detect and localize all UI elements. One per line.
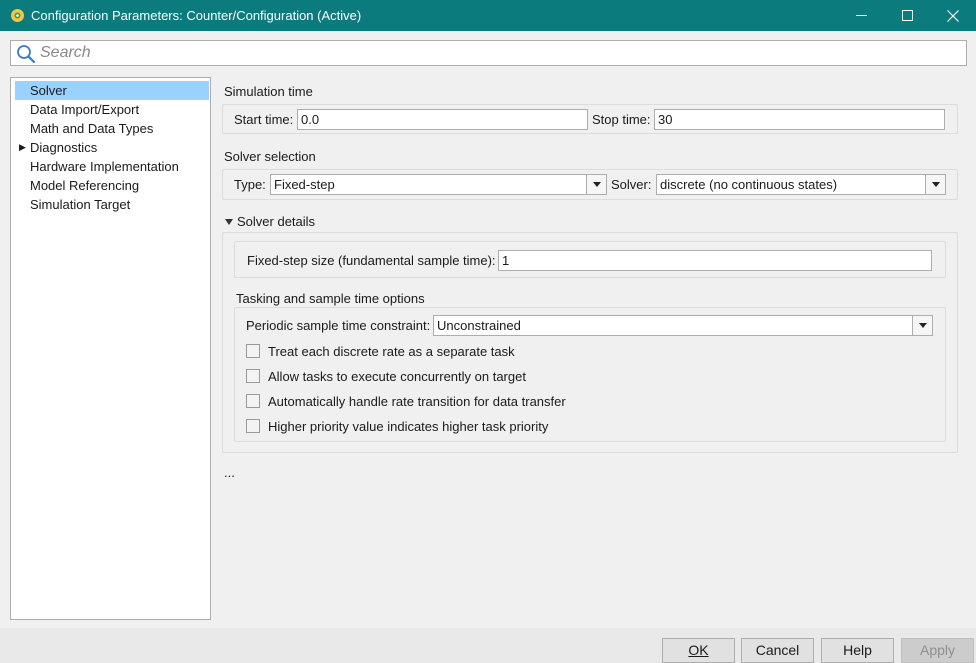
stop-time-input[interactable]: 30 — [654, 109, 945, 130]
search-input[interactable] — [38, 43, 938, 63]
search-box[interactable] — [10, 40, 967, 66]
stop-time-label: Stop time: — [592, 112, 651, 127]
close-button[interactable] — [930, 0, 976, 31]
constraint-dropdown[interactable]: Unconstrained — [433, 315, 933, 336]
chevron-down-icon — [931, 182, 940, 187]
maximize-button[interactable] — [884, 0, 930, 31]
help-button-label: Help — [843, 642, 872, 658]
window-title: Configuration Parameters: Counter/Config… — [31, 8, 362, 23]
checkbox-priority[interactable]: Higher priority value indicates higher t… — [246, 417, 548, 435]
nav-item-label: Simulation Target — [30, 197, 131, 212]
solver-label: Solver: — [611, 177, 652, 192]
start-time-label: Start time: — [234, 112, 294, 127]
nav-item-label: Model Referencing — [30, 178, 140, 193]
type-dropdown[interactable]: Fixed-step — [270, 174, 607, 195]
chevron-down-icon — [918, 323, 927, 328]
nav-item-label: Data Import/Export — [30, 102, 140, 117]
solver-selection-heading: Solver selection — [224, 149, 316, 164]
expand-arrow-icon[interactable]: ▶ — [19, 138, 26, 157]
minimize-button[interactable] — [838, 0, 884, 31]
checkbox-label: Treat each discrete rate as a separate t… — [268, 343, 515, 359]
nav-item-diagnostics[interactable]: ▶ Diagnostics — [15, 138, 209, 157]
nav-item-math-and-data-types[interactable]: Math and Data Types — [15, 119, 209, 138]
cancel-button-label: Cancel — [755, 642, 800, 658]
apply-button[interactable]: Apply — [901, 638, 974, 663]
checkbox[interactable] — [246, 419, 260, 433]
nav-item-label: Math and Data Types — [30, 121, 154, 136]
collapse-arrow-icon — [225, 218, 233, 225]
apply-button-label: Apply — [919, 642, 956, 658]
simulation-time-heading: Simulation time — [224, 84, 313, 99]
checkbox-concurrent-tasks[interactable]: Allow tasks to execute concurrently on t… — [246, 367, 526, 385]
close-icon — [947, 9, 959, 22]
checkbox[interactable] — [246, 344, 260, 358]
type-dropdown-value: Fixed-step — [274, 177, 335, 192]
solver-details-heading: Solver details — [237, 214, 316, 229]
nav-item-solver[interactable]: Solver — [15, 81, 209, 100]
dropdown-arrow[interactable] — [586, 175, 606, 194]
constraint-label: Periodic sample time constraint: — [246, 318, 431, 333]
solver-dropdown[interactable]: discrete (no continuous states) — [656, 174, 946, 195]
type-label: Type: — [234, 177, 266, 192]
checkbox[interactable] — [246, 394, 260, 408]
ok-button[interactable]: OK — [662, 638, 735, 663]
dropdown-arrow[interactable] — [925, 175, 945, 194]
checkbox-label: Higher priority value indicates higher t… — [268, 418, 549, 434]
title-bar: Configuration Parameters: Counter/Config… — [0, 0, 976, 31]
nav-item-simulation-target[interactable]: Simulation Target — [15, 195, 209, 214]
nav-item-model-referencing[interactable]: Model Referencing — [15, 176, 209, 195]
nav-item-label: Hardware Implementation — [30, 159, 179, 174]
fixed-step-size-label: Fixed-step size (fundamental sample time… — [247, 253, 496, 268]
fixed-step-size-input[interactable]: 1 — [498, 250, 932, 271]
nav-item-data-import-export[interactable]: Data Import/Export — [15, 100, 209, 119]
help-button[interactable]: Help — [821, 638, 894, 663]
constraint-dropdown-value: Unconstrained — [437, 318, 521, 333]
tasking-heading: Tasking and sample time options — [236, 291, 425, 306]
search-icon — [17, 45, 36, 64]
chevron-down-icon — [592, 182, 601, 187]
nav-item-label: Diagnostics — [30, 140, 98, 155]
ok-button-label: OK — [688, 642, 709, 658]
checkbox-separate-task[interactable]: Treat each discrete rate as a separate t… — [246, 342, 515, 360]
app-icon — [11, 9, 24, 22]
solver-dropdown-value: discrete (no continuous states) — [660, 177, 838, 192]
checkbox-rate-transition[interactable]: Automatically handle rate transition for… — [246, 392, 566, 410]
category-tree: Solver Data Import/Export Math and Data … — [10, 77, 211, 620]
start-time-input[interactable]: 0.0 — [297, 109, 588, 130]
checkbox-label: Automatically handle rate transition for… — [268, 393, 566, 409]
nav-item-hardware-implementation[interactable]: Hardware Implementation — [15, 157, 209, 176]
solver-details-toggle[interactable]: Solver details — [225, 214, 315, 229]
more-ellipsis[interactable]: ... — [224, 465, 235, 480]
cancel-button[interactable]: Cancel — [741, 638, 814, 663]
minimize-icon — [855, 15, 867, 16]
maximize-icon — [901, 10, 913, 21]
checkbox-label: Allow tasks to execute concurrently on t… — [268, 368, 526, 384]
checkbox[interactable] — [246, 369, 260, 383]
nav-item-label: Solver — [30, 83, 67, 98]
dropdown-arrow[interactable] — [912, 316, 932, 335]
